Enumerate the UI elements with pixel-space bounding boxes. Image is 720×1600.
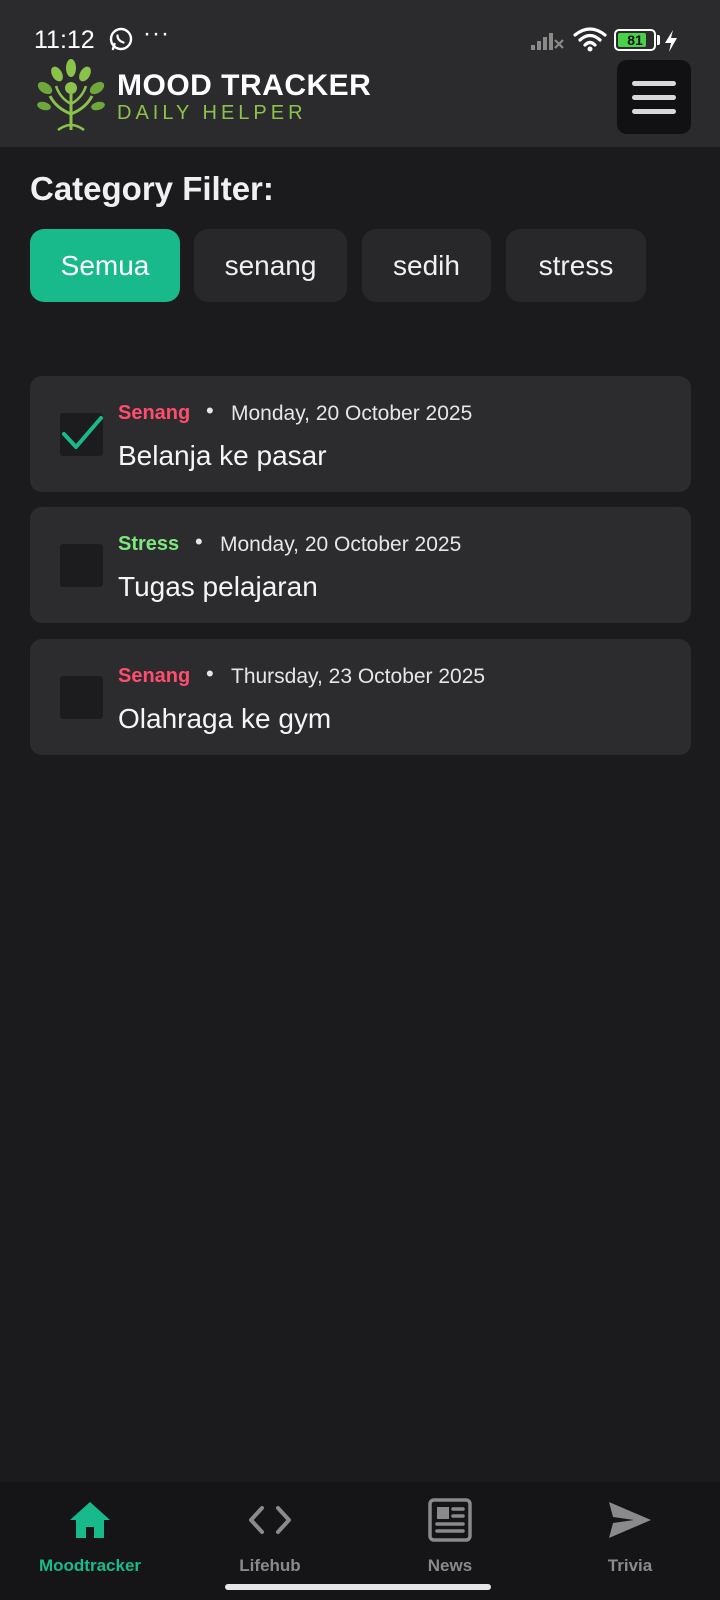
tree-logo-icon (37, 59, 105, 132)
entry-date: Thursday, 23 October 2025 (231, 665, 486, 688)
nav-trivia[interactable]: Trivia (540, 1482, 720, 1600)
charging-icon (665, 30, 677, 52)
entry-separator: • (206, 398, 214, 423)
nav-lifehub[interactable]: Lifehub (180, 1482, 360, 1600)
entry-category: Senang (118, 402, 191, 424)
mood-entry-card[interactable]: Senang • Monday, 20 October 2025 Belanja… (30, 376, 691, 492)
home-icon (70, 1502, 110, 1538)
status-bar: 11:12 ··· 81 (0, 0, 720, 62)
wifi-icon (573, 27, 607, 52)
nav-news[interactable]: News (360, 1482, 540, 1600)
entry-checkbox[interactable] (60, 676, 103, 719)
send-icon (609, 1502, 651, 1538)
entry-category: Stress (118, 533, 180, 555)
nav-label: Lifehub (239, 1556, 301, 1575)
app-title: MOOD TRACKER (117, 69, 372, 102)
mood-entry-card[interactable]: Senang • Thursday, 23 October 2025 Olahr… (30, 639, 691, 755)
entry-title: Tugas pelajaran (118, 571, 318, 602)
entry-category: Senang (118, 665, 191, 687)
home-indicator (225, 1584, 491, 1590)
checkmark-icon (62, 416, 103, 449)
battery-icon: 81 (614, 29, 656, 51)
entry-date: Monday, 20 October 2025 (220, 533, 462, 556)
code-icon (249, 1506, 291, 1534)
entry-checkbox[interactable] (60, 544, 103, 587)
newspaper-icon (428, 1498, 472, 1542)
filter-chip-sedih[interactable]: sedih (362, 229, 491, 302)
nav-label: Trivia (607, 1556, 653, 1575)
entry-title: Belanja ke pasar (118, 440, 327, 471)
signal-icon (531, 33, 564, 50)
entry-title: Olahraga ke gym (118, 703, 332, 734)
battery-nub (657, 35, 660, 45)
filter-chip-stress[interactable]: stress (506, 229, 646, 302)
entry-separator: • (206, 661, 214, 686)
app-header: 11:12 ··· 81 MOOD TRACKER DAILY HELPER (0, 0, 720, 147)
nav-label: News (427, 1556, 473, 1575)
mood-entry-card[interactable]: Stress • Monday, 20 October 2025 Tugas p… (30, 507, 691, 623)
battery-level: 81 (627, 32, 643, 48)
filter-chip-semua[interactable]: Semua (30, 229, 180, 302)
status-time: 11:12 (34, 26, 95, 54)
more-notifications-icon: ··· (143, 20, 170, 47)
entry-date: Monday, 20 October 2025 (231, 402, 473, 425)
whatsapp-icon (109, 27, 133, 51)
nav-moodtracker[interactable]: Moodtracker (0, 1482, 180, 1600)
nav-label: Moodtracker (38, 1556, 142, 1575)
filter-heading: Category Filter: (30, 170, 274, 207)
entry-checkbox[interactable] (60, 413, 103, 456)
hamburger-menu-icon (632, 81, 676, 86)
hamburger-menu-button[interactable] (617, 60, 691, 134)
app-subtitle: DAILY HELPER (117, 102, 307, 124)
filter-chip-senang[interactable]: senang (194, 229, 347, 302)
bottom-navigation: Moodtracker Lifehub News Trivia (0, 1482, 720, 1600)
entry-separator: • (195, 529, 203, 554)
